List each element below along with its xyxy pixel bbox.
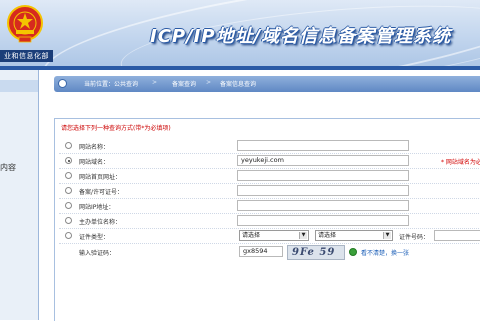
radio-cert[interactable]	[65, 232, 72, 239]
field-label: 证件类型：	[79, 234, 110, 241]
breadcrumb: 当前位置：公共查询 > 备案查询 > 备案信息查询	[54, 76, 480, 92]
header-divider	[0, 66, 480, 70]
location-icon	[58, 79, 67, 88]
captcha-row: 输入验证码： gx8594 9Fe 59 4 看不清楚，换一张	[59, 245, 480, 260]
domain-input[interactable]: yeyukeji.com	[237, 155, 409, 166]
select-value: 请选择	[318, 232, 337, 239]
query-row-ip: 网站IP地址：	[59, 199, 480, 212]
query-row-domain: 网站域名： yeyukeji.com * 网站域名为必	[59, 154, 480, 167]
sidebar-header	[0, 80, 38, 92]
ip-input[interactable]	[237, 200, 409, 211]
query-row-cert: 证件类型： 请选择 ▼ 请选择 ▼ 证件号码：	[59, 229, 480, 242]
form-instruction: 请您选择下列一种查询方式(带*为必填项)	[61, 125, 171, 132]
radio-organizer[interactable]	[65, 217, 72, 224]
query-row-organizer: 主办单位名称：	[59, 214, 480, 227]
sidebar-item-content[interactable]: 内容	[0, 162, 16, 176]
cert-subtype-select[interactable]: 请选择 ▼	[315, 230, 393, 241]
page-title: ICP/IP地址/域名信息备案管理系统	[150, 26, 452, 47]
field-label: 备案/许可证号：	[79, 189, 124, 196]
select-value: 请选择	[242, 232, 261, 239]
field-label: 网站域名：	[79, 159, 110, 166]
breadcrumb-item-record-query[interactable]: 备案查询	[172, 79, 196, 88]
organizer-input[interactable]	[237, 215, 409, 226]
breadcrumb-separator: >	[152, 79, 158, 86]
query-row-license: 备案/许可证号：	[59, 184, 480, 197]
department-name: 业和信息化部	[0, 50, 53, 62]
breadcrumb-item-record-info[interactable]: 备案信息查询	[220, 79, 256, 88]
sidebar-item-label: 内容	[0, 163, 16, 172]
query-row-homepage: 网站首页网址：	[59, 169, 480, 182]
radio-site-name[interactable]	[65, 142, 72, 149]
field-label: 网站首页网址：	[79, 174, 122, 181]
breadcrumb-separator: >	[206, 79, 212, 86]
chevron-down-icon: ▼	[299, 232, 307, 239]
query-form-panel: 请您选择下列一种查询方式(带*为必填项) 网站名称： 网站域名： yeyukej…	[54, 118, 480, 321]
page-header: 业和信息化部 ICP/IP地址/域名信息备案管理系统	[0, 0, 480, 66]
homepage-input[interactable]	[237, 170, 409, 181]
cert-type-select[interactable]: 请选择 ▼	[239, 230, 309, 241]
domain-required-hint: * 网站域名为必	[441, 159, 480, 166]
breadcrumb-item-public-query[interactable]: 当前位置：公共查询	[84, 79, 138, 88]
field-label: 输入验证码：	[79, 250, 116, 257]
national-emblem-icon	[7, 5, 43, 43]
site-name-input[interactable]	[237, 140, 409, 151]
refresh-icon[interactable]	[349, 248, 357, 256]
field-label: 主办单位名称：	[79, 219, 122, 226]
radio-license[interactable]	[65, 187, 72, 194]
cert-no-label: 证件号码：	[399, 234, 430, 241]
row-divider	[59, 243, 480, 244]
query-row-site-name: 网站名称：	[59, 139, 480, 152]
captcha-input[interactable]: gx8594	[239, 246, 283, 257]
license-input[interactable]	[237, 185, 409, 196]
field-label: 网站IP地址：	[79, 204, 115, 211]
radio-ip[interactable]	[65, 202, 72, 209]
cert-no-input[interactable]	[434, 230, 480, 241]
captcha-image: 9Fe 59 4	[287, 245, 345, 260]
radio-domain[interactable]	[65, 157, 72, 164]
chevron-down-icon: ▼	[383, 232, 391, 239]
sidebar: 内容	[0, 70, 39, 320]
refresh-captcha-link[interactable]: 看不清楚，换一张	[361, 248, 409, 257]
field-label: 网站名称：	[79, 144, 110, 151]
radio-homepage[interactable]	[65, 172, 72, 179]
